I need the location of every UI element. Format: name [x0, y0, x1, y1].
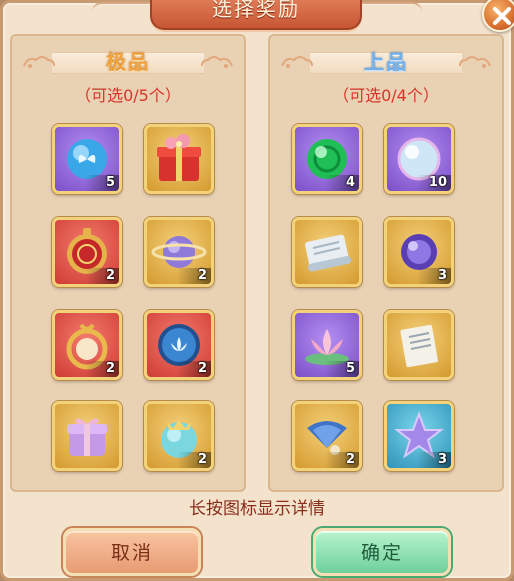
reward-slot[interactable]: 5: [292, 310, 362, 380]
item-quantity: 2: [105, 361, 115, 376]
reward-slot[interactable]: [292, 217, 362, 287]
panel-label-jipin: 极品: [106, 50, 150, 74]
panel-header-jipin: 极品: [22, 48, 234, 76]
reward-slot[interactable]: 3: [384, 217, 454, 287]
close-button[interactable]: [482, 0, 514, 32]
reward-slot[interactable]: 2: [144, 401, 214, 471]
item-quantity: 5: [345, 361, 355, 376]
title-bar: 选择奖励: [150, 0, 362, 30]
panel-label-shangpin: 上品: [364, 50, 408, 74]
panel-header-shangpin: 上品: [280, 48, 492, 76]
item-quantity: 2: [105, 268, 115, 283]
dialog-title: 选择奖励: [212, 0, 300, 21]
scroll-icon: [305, 234, 352, 272]
cancel-button[interactable]: 取消: [63, 528, 201, 576]
item-quantity: 10: [428, 175, 447, 190]
item-quantity: 2: [197, 268, 207, 283]
reward-slot[interactable]: [52, 401, 122, 471]
item-quantity: 4: [345, 175, 355, 190]
selection-count-jipin: （可选0/5个）: [75, 86, 181, 105]
item-quantity: 3: [437, 268, 447, 283]
purple-gift-box-icon: [67, 418, 107, 456]
reward-slot[interactable]: 4: [292, 124, 362, 194]
reward-slot[interactable]: [144, 124, 214, 194]
reward-slot[interactable]: 5: [52, 124, 122, 194]
title-ornament-left: [92, 2, 152, 16]
reward-slot[interactable]: 2: [144, 217, 214, 287]
reward-slot[interactable]: [384, 310, 454, 380]
close-icon: [493, 7, 511, 25]
reward-slot[interactable]: 3: [384, 401, 454, 471]
item-quantity: 2: [197, 452, 207, 467]
panel-shangpin: 上品 （可选0/4个） 4 10 3 5 2 3: [268, 34, 504, 492]
reward-slot[interactable]: 2: [292, 401, 362, 471]
title-ornament-right: [362, 2, 422, 16]
reward-slot[interactable]: 2: [144, 310, 214, 380]
item-quantity: 2: [197, 361, 207, 376]
selection-count-shangpin: （可选0/4个）: [333, 86, 439, 105]
paper-note-icon: [400, 324, 438, 368]
item-quantity: 2: [345, 452, 355, 467]
reward-slot[interactable]: 10: [384, 124, 454, 194]
item-quantity: 3: [437, 452, 447, 467]
item-quantity: 5: [105, 175, 115, 190]
long-press-hint: 长按图标显示详情: [189, 499, 325, 519]
confirm-button[interactable]: 确定: [313, 528, 451, 576]
panel-jipin: 极品 （可选0/5个） 5 2 2 2 2 2: [10, 34, 246, 492]
red-gift-box-icon: [157, 134, 201, 181]
reward-slot[interactable]: 2: [52, 310, 122, 380]
reward-slot[interactable]: 2: [52, 217, 122, 287]
